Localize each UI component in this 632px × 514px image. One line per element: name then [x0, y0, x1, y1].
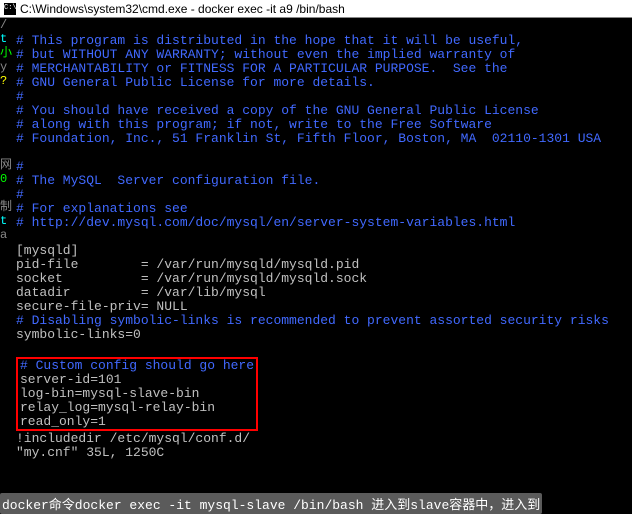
- config-comment: # Disabling symbolic-links is recommende…: [16, 313, 609, 328]
- gutter-mark: 网: [0, 158, 12, 172]
- terminal-content[interactable]: # This program is distributed in the hop…: [12, 18, 632, 511]
- config-comment: # Custom config should go here: [20, 358, 254, 373]
- config-line: datadir = /var/lib/mysql: [16, 285, 266, 300]
- gutter-mark: [0, 116, 12, 130]
- config-line: server-id=101: [20, 372, 121, 387]
- gutter-mark: 0: [0, 172, 12, 186]
- window-title: C:\Windows\system32\cmd.exe - docker exe…: [20, 2, 345, 16]
- gutter-mark: 小: [0, 46, 12, 60]
- config-line: secure-file-priv= NULL: [16, 299, 188, 314]
- config-line: relay_log=mysql-relay-bin: [20, 400, 215, 415]
- gutter-mark: [0, 130, 12, 144]
- gutter-mark: [0, 144, 12, 158]
- license-line: # You should have received a copy of the…: [16, 103, 539, 118]
- license-line: # http://dev.mysql.com/doc/mysql/en/serv…: [16, 215, 515, 230]
- license-line: # along with this program; if not, write…: [16, 117, 492, 132]
- vi-status-line: "my.cnf" 35L, 1250C: [16, 445, 164, 460]
- config-line: pid-file = /var/run/mysqld/mysqld.pid: [16, 257, 359, 272]
- blank-line: [16, 229, 24, 244]
- config-line: read_only=1: [20, 414, 106, 429]
- license-line: # GNU General Public License for more de…: [16, 75, 375, 90]
- config-line: log-bin=mysql-slave-bin: [20, 386, 199, 401]
- gutter-mark: [0, 186, 12, 200]
- license-line: # but WITHOUT ANY WARRANTY; without even…: [16, 47, 515, 62]
- gutter-mark: [0, 88, 12, 102]
- highlight-box: # Custom config should go here server-id…: [16, 357, 258, 431]
- config-line: !includedir /etc/mysql/conf.d/: [16, 431, 250, 446]
- gutter-mark: y: [0, 60, 12, 74]
- annotation-line: docker命令docker exec -it mysql-slave /bin…: [0, 493, 632, 511]
- gutter-mark: t: [0, 214, 12, 228]
- config-line: socket = /var/run/mysqld/mysqld.sock: [16, 271, 367, 286]
- gutter-mark: a: [0, 228, 12, 242]
- license-line: #: [16, 89, 24, 104]
- mysqld-header: [mysqld]: [16, 243, 78, 258]
- license-line: # MERCHANTABILITY or FITNESS FOR A PARTI…: [16, 61, 507, 76]
- gutter-mark: [0, 102, 12, 116]
- cmd-icon: [4, 3, 16, 15]
- gutter-mark: t: [0, 32, 12, 46]
- license-line: # The MySQL Server configuration file.: [16, 173, 320, 188]
- blank-line: [16, 341, 24, 356]
- config-line: symbolic-links=0: [16, 327, 141, 342]
- gutter-mark: ?: [0, 74, 12, 88]
- left-gutter: /t小y? 网0 制ta: [0, 18, 12, 511]
- window-title-bar: C:\Windows\system32\cmd.exe - docker exe…: [0, 0, 632, 18]
- license-line: #: [16, 187, 24, 202]
- license-line: #: [16, 159, 24, 174]
- license-line: # This program is distributed in the hop…: [16, 33, 523, 48]
- gutter-mark: /: [0, 18, 12, 32]
- license-line: # Foundation, Inc., 51 Franklin St, Fift…: [16, 131, 601, 146]
- gutter-mark: 制: [0, 200, 12, 214]
- license-line: # For explanations see: [16, 201, 188, 216]
